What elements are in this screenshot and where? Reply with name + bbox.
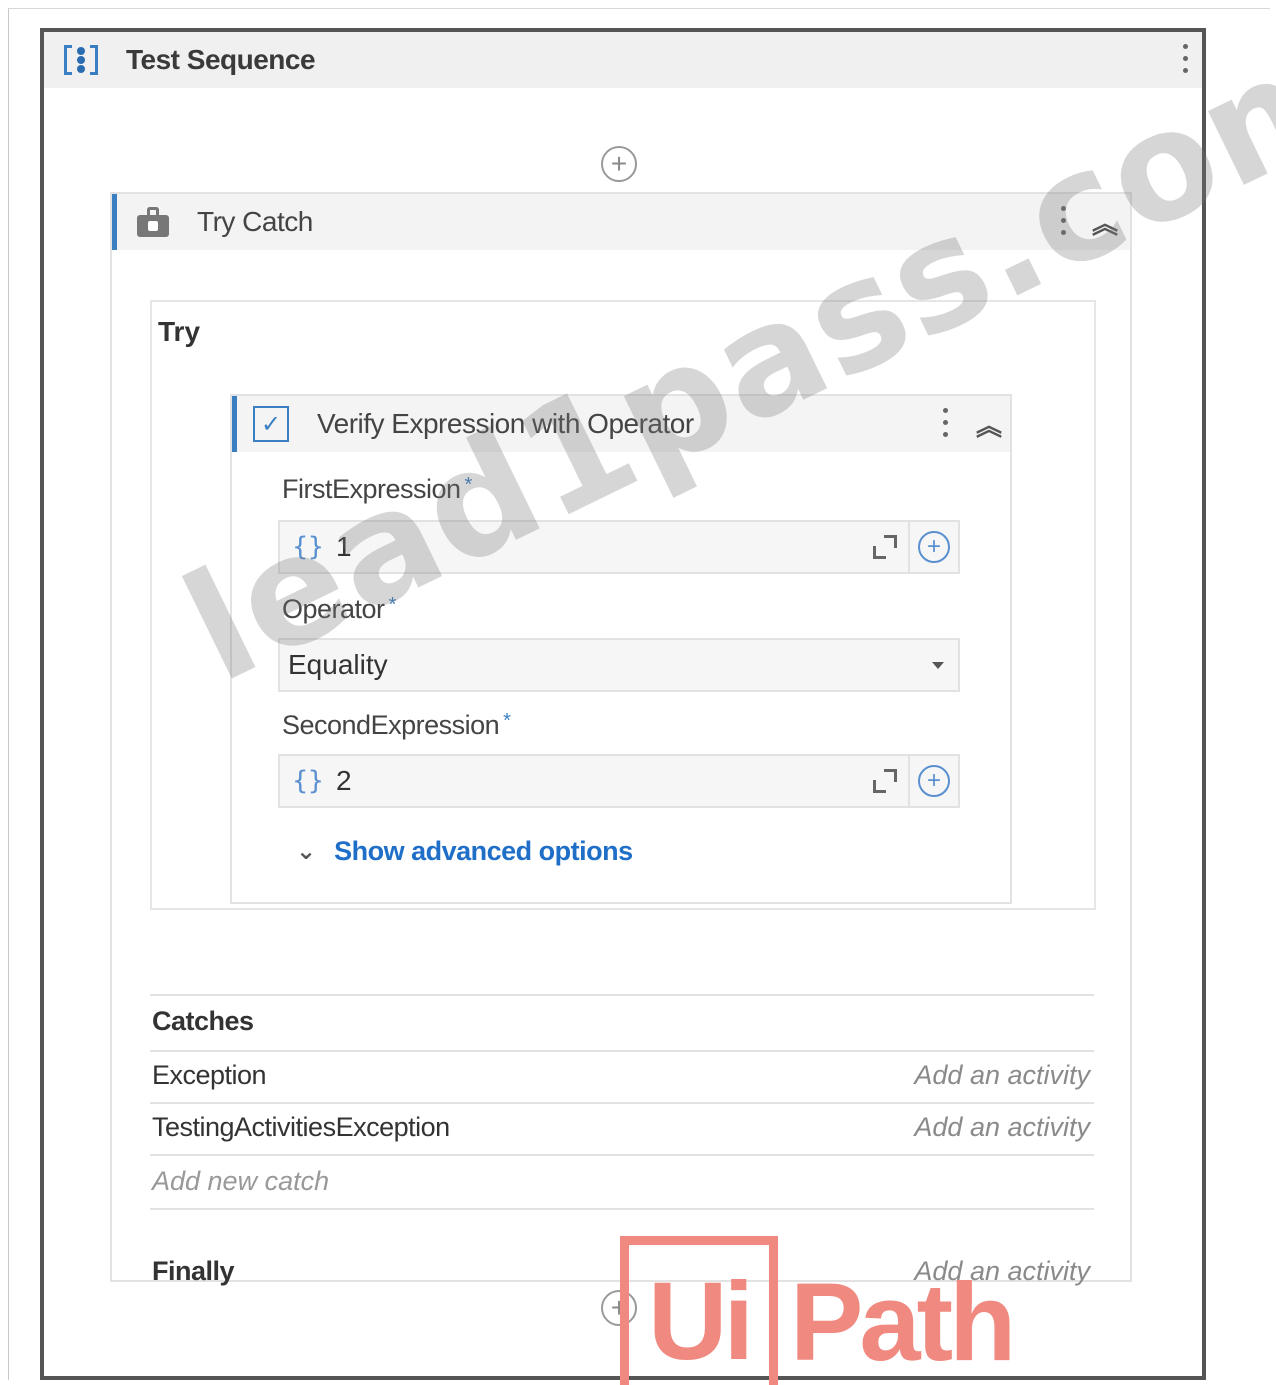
try-catch-more-icon[interactable] xyxy=(1061,206,1066,235)
verify-expression-activity: ✓ Verify Expression with Operator ︽ Firs… xyxy=(230,394,1012,904)
operator-value: Equality xyxy=(288,649,388,680)
catch-item-name[interactable]: Exception xyxy=(152,1060,267,1091)
chevron-down-icon xyxy=(932,661,944,669)
divider xyxy=(150,1208,1094,1210)
add-activity-top-icon[interactable]: + xyxy=(601,146,637,182)
divider xyxy=(150,1050,1094,1052)
verify-more-icon[interactable] xyxy=(943,408,948,437)
expression-brace-icon: {} xyxy=(292,532,324,562)
verify-collapse-icon[interactable]: ︽ xyxy=(976,406,1002,443)
chevron-down-icon: ⌄ xyxy=(296,838,317,865)
add-activity-link[interactable]: Add an activity xyxy=(914,1060,1090,1091)
try-catch-container: Try Catch ︽ Try ✓ Verify Expression with… xyxy=(110,192,1132,1286)
plus-icon: + xyxy=(918,531,950,563)
plus-button[interactable]: + xyxy=(908,756,958,806)
divider xyxy=(150,1102,1094,1104)
show-advanced-options-link[interactable]: ⌄ Show advanced options xyxy=(296,836,633,867)
plus-button[interactable]: + xyxy=(908,522,958,572)
collapse-icon[interactable]: ︽ xyxy=(1092,204,1118,241)
plus-icon: + xyxy=(918,765,950,797)
sequence-more-icon[interactable] xyxy=(1183,44,1188,73)
catches-label: Catches xyxy=(152,1006,254,1036)
operator-label: Operator * xyxy=(282,594,396,624)
sequence-header[interactable]: Test Sequence xyxy=(44,32,1202,88)
finally-add-activity-link[interactable]: Add an activity xyxy=(914,1256,1090,1287)
try-section: Try ✓ Verify Expression with Operator ︽ … xyxy=(150,300,1096,910)
first-expression-value: 1 xyxy=(336,531,352,562)
finally-label: Finally xyxy=(152,1256,235,1286)
expand-icon[interactable] xyxy=(870,766,900,796)
sequence-container: Test Sequence + Try Catch ︽ Try ✓ Verify… xyxy=(40,28,1206,1380)
operator-select[interactable]: Equality xyxy=(278,638,960,692)
verify-title: Verify Expression with Operator xyxy=(317,408,694,439)
second-expression-field[interactable]: {} 2 + xyxy=(278,754,960,808)
try-catch-icon xyxy=(135,205,171,239)
try-catch-title: Try Catch xyxy=(197,206,313,237)
try-catch-header[interactable]: Try Catch ︽ xyxy=(112,194,1130,250)
first-expression-field[interactable]: {} 1 + xyxy=(278,520,960,574)
try-label: Try xyxy=(158,316,201,347)
sequence-icon xyxy=(62,41,100,79)
expand-icon[interactable] xyxy=(870,532,900,562)
divider xyxy=(150,1154,1094,1156)
verify-header[interactable]: ✓ Verify Expression with Operator ︽ xyxy=(232,396,1010,452)
second-expression-label: SecondExpression * xyxy=(282,710,511,740)
advanced-options-label: Show advanced options xyxy=(334,836,633,866)
expression-brace-icon: {} xyxy=(292,766,324,796)
add-activity-link[interactable]: Add an activity xyxy=(914,1112,1090,1143)
add-activity-bottom-icon[interactable]: + xyxy=(601,1290,637,1326)
divider xyxy=(150,994,1094,996)
catch-item-name[interactable]: TestingActivitiesException xyxy=(152,1112,450,1143)
first-expression-label: FirstExpression * xyxy=(282,474,472,504)
sequence-title: Test Sequence xyxy=(126,44,316,75)
checkbox-icon: ✓ xyxy=(253,406,289,442)
add-new-catch-link[interactable]: Add new catch xyxy=(152,1166,329,1197)
second-expression-value: 2 xyxy=(336,765,352,796)
